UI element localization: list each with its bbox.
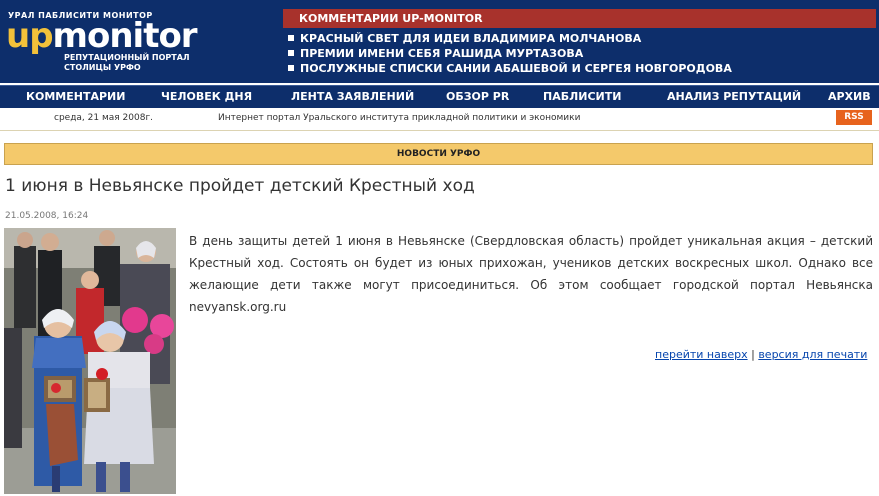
info-bar: среда, 21 мая 2008г. Интернет портал Ура… [0,108,879,131]
nav-item-archive[interactable]: АРХИВ [828,86,871,108]
bullet-square-icon [288,35,294,41]
article-title: 1 июня в Невьянске пройдет детский Крест… [5,176,475,196]
bullet-square-icon [288,65,294,71]
article-body: В день защиты детей 1 июня в Невьянске (… [189,234,873,314]
nav-item-person-of-day[interactable]: ЧЕЛОВЕК ДНЯ [161,86,252,108]
section-title: НОВОСТИ УРФО [4,143,873,165]
logo-subtitle: РЕПУТАЦИОННЫЙ ПОРТАЛ СТОЛИЦЫ УРФО [64,53,190,73]
article-timestamp: 21.05.2008, 16:24 [5,211,89,221]
site-header: УРАЛ ПАБЛИСИТИ МОНИТОР upmonitor РЕПУТАЦ… [0,0,879,83]
nav-item-reputation[interactable]: АНАЛИЗ РЕПУТАЦИЙ [667,86,801,108]
print-version-link[interactable]: версия для печати [758,348,867,361]
comment-link-text[interactable]: ПОСЛУЖНЫЕ СПИСКИ САНИИ АБАШЕВОЙ И СЕРГЕЯ… [300,62,732,75]
comment-link[interactable]: КРАСНЫЙ СВЕТ ДЛЯ ИДЕИ ВЛАДИМИРА МОЛЧАНОВ… [288,31,732,46]
link-separator: | [751,348,755,361]
portal-description: Интернет портал Уральского института при… [218,113,581,123]
logo-up-text: up [6,16,54,56]
nav-item-comments[interactable]: КОММЕНТАРИИ [26,86,125,108]
comments-header: КОММЕНТАРИИ UP-MONITOR [283,9,876,28]
nav-item-pr-review[interactable]: ОБЗОР PR [446,86,509,108]
logo-monitor-text: monitor [52,16,198,56]
back-to-top-link[interactable]: перейти наверх [655,348,748,361]
article-links: перейти наверх | версия для печати [655,348,867,361]
bullet-square-icon [288,50,294,56]
comment-link-text[interactable]: ПРЕМИИ ИМЕНИ СЕБЯ РАШИДА МУРТАЗОВА [300,47,583,60]
comment-link[interactable]: ПРЕМИИ ИМЕНИ СЕБЯ РАШИДА МУРТАЗОВА [288,46,732,61]
comment-link-text[interactable]: КРАСНЫЙ СВЕТ ДЛЯ ИДЕИ ВЛАДИМИРА МОЛЧАНОВ… [300,32,641,45]
rss-button[interactable]: RSS [836,110,872,125]
current-date: среда, 21 мая 2008г. [54,113,154,123]
nav-item-publicity[interactable]: ПАБЛИСИТИ [543,86,621,108]
logo-subtitle-line1: РЕПУТАЦИОННЫЙ ПОРТАЛ [64,53,190,62]
main-nav: КОММЕНТАРИИ ЧЕЛОВЕК ДНЯ ЛЕНТА ЗАЯВЛЕНИЙ … [0,85,879,108]
nav-item-statements[interactable]: ЛЕНТА ЗАЯВЛЕНИЙ [291,86,414,108]
comment-link[interactable]: ПОСЛУЖНЫЕ СПИСКИ САНИИ АБАШЕВОЙ И СЕРГЕЯ… [288,61,732,76]
site-logo[interactable]: upmonitor [6,16,198,56]
comments-list: КРАСНЫЙ СВЕТ ДЛЯ ИДЕИ ВЛАДИМИРА МОЛЧАНОВ… [288,31,732,76]
logo-subtitle-line2: СТОЛИЦЫ УРФО [64,63,141,72]
article-photo [4,228,176,494]
